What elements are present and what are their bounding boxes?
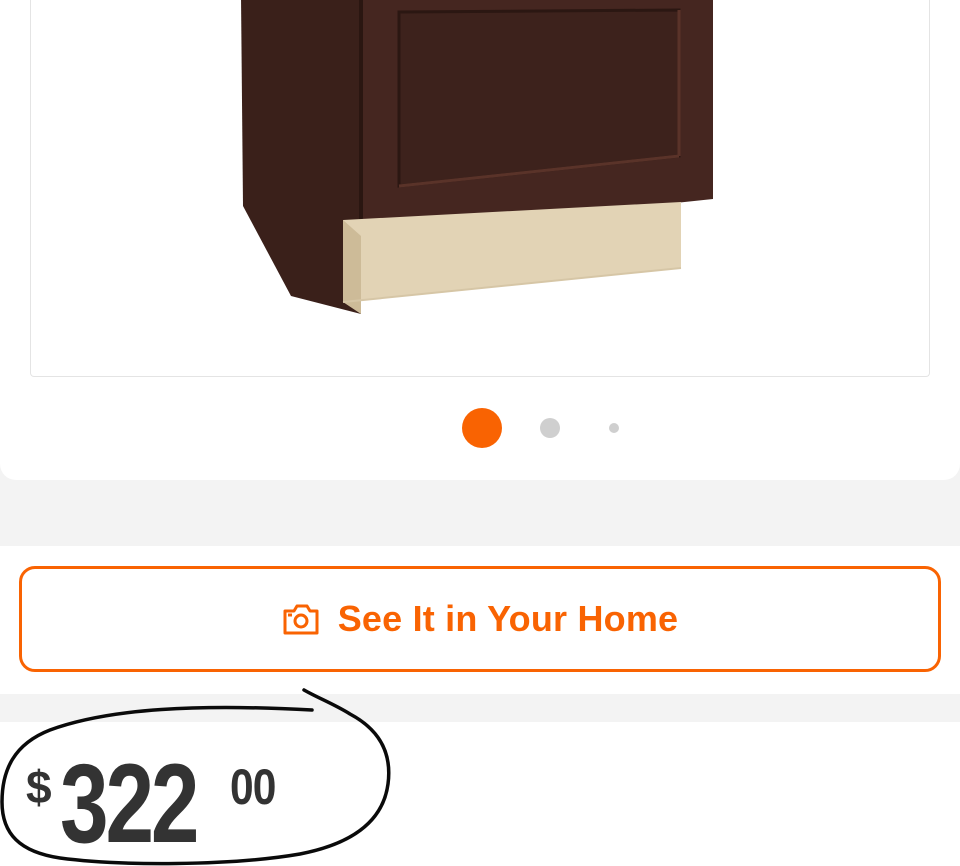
see-it-in-your-home-label: See It in Your Home: [337, 598, 679, 639]
ar-section: See It in Your Home: [0, 546, 960, 694]
carousel-dot-active[interactable]: [462, 408, 502, 448]
product-image-gallery: [0, 0, 960, 480]
cabinet-image: [241, 0, 713, 314]
carousel-pagination: [0, 406, 960, 450]
carousel-dot[interactable]: [540, 418, 560, 438]
hand-drawn-circle-annotation: [0, 688, 391, 866]
carousel-dot[interactable]: [609, 423, 619, 433]
product-image[interactable]: [30, 0, 930, 377]
see-it-in-your-home-button[interactable]: See It in Your Home: [19, 566, 941, 672]
camera-icon: [283, 604, 319, 635]
